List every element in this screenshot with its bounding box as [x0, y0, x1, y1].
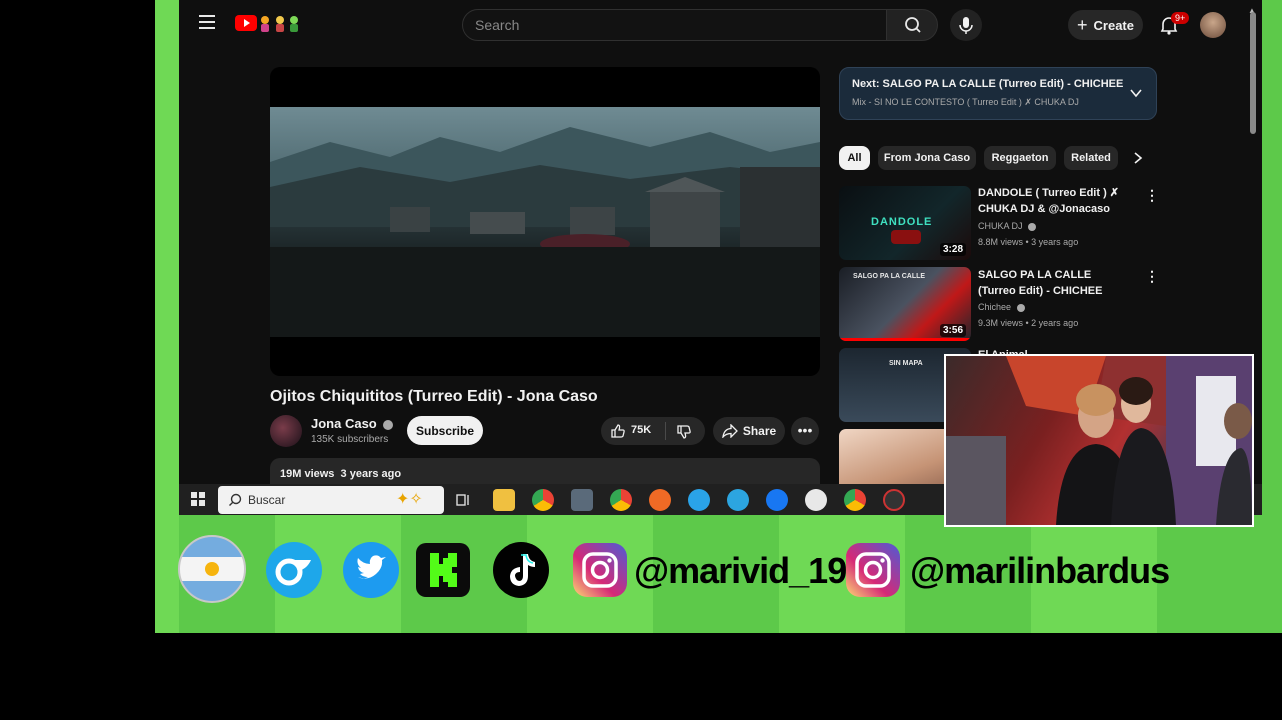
like-divider [665, 422, 666, 440]
thumbs-up-icon [611, 424, 625, 438]
channel-avatar[interactable] [270, 415, 302, 447]
video-view-meta: 19M views 3 years ago [280, 468, 401, 480]
search-button[interactable] [886, 9, 938, 41]
twitter-icon [342, 541, 400, 599]
like-button[interactable] [610, 423, 626, 444]
upload-age: 3 years ago [340, 468, 402, 480]
verified-icon [1016, 303, 1025, 312]
thumbnail-caption: SIN MAPA [889, 360, 923, 367]
verified-icon [1028, 222, 1037, 231]
recommendation-meta: 8.8M views • 3 years ago [978, 237, 1079, 247]
windows-start-icon[interactable] [191, 492, 205, 506]
youtube-logo[interactable] [235, 12, 307, 34]
thumbnail-caption: DANDOLE [871, 216, 933, 228]
app-icon[interactable] [649, 489, 671, 511]
recommendation-channel-name: CHUKA DJ [978, 221, 1023, 231]
notification-badge: 9+ [1171, 12, 1190, 24]
instagram-icon [844, 541, 902, 599]
chip-reggaeton[interactable]: Reggaeton [984, 146, 1056, 170]
task-view-icon[interactable] [452, 489, 474, 511]
webcam-overlay [944, 354, 1254, 527]
calculator-icon[interactable] [571, 489, 593, 511]
dislike-button[interactable] [676, 424, 692, 445]
channel-name[interactable]: Jona Caso [311, 416, 394, 431]
page-scrollbar[interactable] [1250, 12, 1256, 134]
recommendation-channel: CHUKA DJ [978, 221, 1037, 231]
video-title: Ojitos Chiquititos (Turreo Edit) - Jona … [270, 388, 598, 405]
subscribe-button[interactable]: Subscribe [407, 416, 483, 445]
kick-icon [414, 541, 472, 599]
recommendation-thumbnail[interactable]: SALGO PA LA CALLE 3:56 [839, 267, 971, 341]
video-duration: 3:56 [939, 324, 966, 337]
recommendation-title[interactable]: SALGO PA LA CALLE (Turreo Edit) - CHICHE… [978, 267, 1128, 299]
video-frame [270, 107, 820, 337]
onlyfans-icon[interactable] [688, 489, 710, 511]
thumbnail-caption: SALGO PA LA CALLE [853, 273, 926, 280]
chip-related[interactable]: Related [1064, 146, 1118, 170]
telegram-icon[interactable] [727, 489, 749, 511]
more-actions-button[interactable]: ••• [791, 417, 819, 445]
instagram-handle-1: @marivid_19 [634, 550, 847, 591]
stream-canvas: Search + Create 9+ Ojitos Chiquititos (T… [0, 0, 1282, 720]
create-label: Create [1093, 17, 1134, 33]
share-button[interactable]: Share [713, 417, 785, 445]
thumbs-down-icon [677, 425, 691, 439]
microphone-icon [959, 17, 973, 34]
chrome-icon[interactable] [532, 489, 554, 511]
recommendation-title[interactable]: DANDOLE ( Turreo Edit ) ✗ CHUKA DJ & @Jo… [978, 185, 1128, 217]
video-player[interactable] [270, 67, 820, 376]
mix-subtitle: Mix - SI NO LE CONTESTO ( Turreo Edit ) … [852, 97, 1079, 107]
youtube-topbar: Search + Create 9+ [179, 5, 1262, 45]
webcam-scene [946, 356, 1252, 525]
next-video-title: Next: SALGO PA LA CALLE (Turreo Edit) - … [852, 78, 1124, 90]
recommendation-thumbnail[interactable]: DANDOLE 3:28 [839, 186, 971, 260]
taskbar-search-box[interactable]: Buscar ✦✧ [218, 486, 444, 514]
create-button[interactable]: + Create [1068, 10, 1143, 40]
view-count: 19M views [280, 468, 335, 480]
more-vertical-icon[interactable]: ⋮ [1145, 269, 1159, 284]
voice-search-button[interactable] [950, 9, 982, 41]
channel-name-text: Jona Caso [311, 416, 377, 431]
taskbar-search-label: Buscar [248, 493, 286, 507]
recommendation-channel: Chichee [978, 302, 1025, 312]
more-horizontal-icon: ••• [797, 422, 813, 438]
like-count: 75K [631, 424, 652, 436]
hamburger-menu-icon[interactable] [199, 15, 215, 29]
chrome-icon[interactable] [610, 489, 632, 511]
chrome-icon[interactable] [844, 489, 866, 511]
search-input[interactable]: Search [462, 9, 887, 41]
search-icon [905, 17, 921, 33]
instagram-icon [571, 541, 629, 599]
share-label: Share [742, 424, 777, 438]
chevron-down-icon[interactable] [1129, 86, 1143, 100]
video-duration: 3:28 [939, 243, 966, 256]
more-vertical-icon[interactable]: ⋮ [1145, 188, 1159, 203]
recommendation-meta: 9.3M views • 2 years ago [978, 318, 1079, 328]
recording-app-icon[interactable] [883, 489, 905, 511]
instagram-handle-2: @marilinbardus [910, 550, 1170, 591]
search-icon [229, 493, 242, 506]
chip-from-channel[interactable]: From Jona Caso [878, 146, 976, 170]
file-explorer-icon[interactable] [493, 489, 515, 511]
facebook-icon[interactable] [766, 489, 788, 511]
mix-playlist-panel[interactable] [839, 67, 1157, 120]
sparkle-icon: ✦✧ [396, 491, 423, 508]
video-scene [270, 127, 820, 337]
verified-icon [383, 419, 394, 430]
argentina-flag-icon [177, 534, 247, 604]
account-avatar[interactable] [1200, 12, 1226, 38]
tiktok-icon [492, 541, 550, 599]
onlyfans-icon [265, 541, 323, 599]
chevron-right-icon[interactable] [1131, 151, 1145, 165]
recommendation-channel-name: Chichee [978, 302, 1012, 312]
plus-icon: + [1077, 15, 1088, 35]
chip-all[interactable]: All [839, 146, 870, 170]
share-arrow-icon [722, 424, 738, 438]
subscriber-count: 135K subscribers [311, 434, 389, 445]
obs-icon[interactable] [805, 489, 827, 511]
